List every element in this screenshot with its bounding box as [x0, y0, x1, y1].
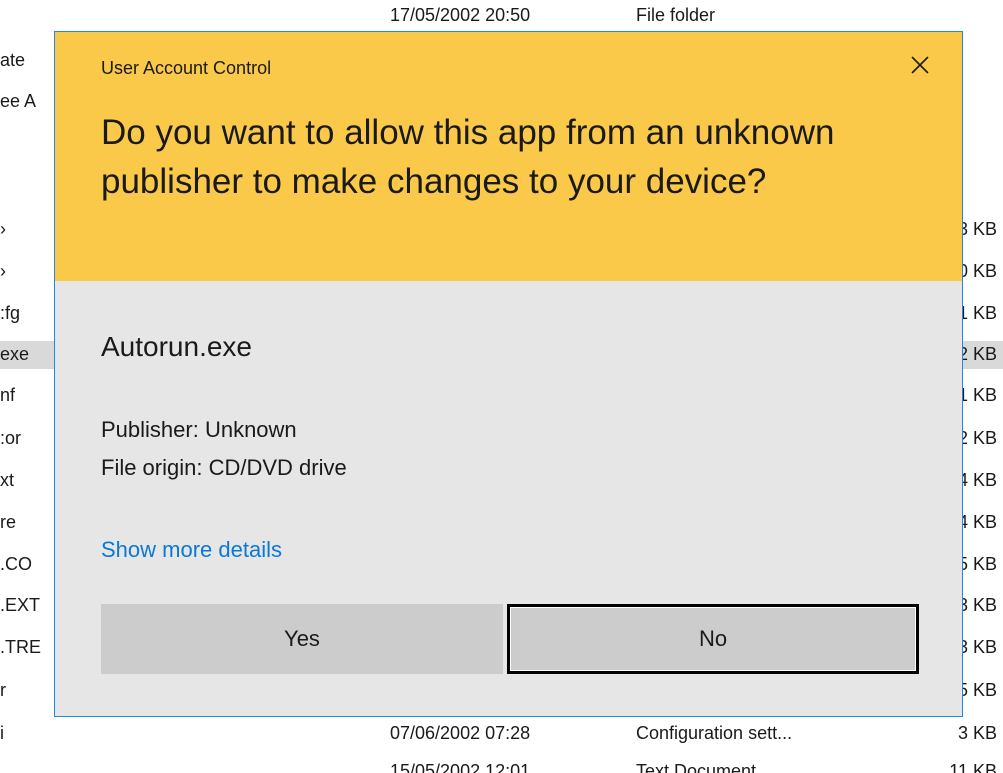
file-name: ee A [0, 91, 37, 111]
uac-dialog: User Account Control Do you want to allo… [54, 31, 963, 717]
file-name: › [0, 261, 6, 281]
file-date: 07/06/2002 07:28 [390, 723, 531, 743]
file-date: 17/05/2002 20:50 [390, 5, 531, 25]
file-size: 5 KB [957, 680, 997, 700]
file-type: File folder [636, 5, 716, 25]
file-name: :or [0, 428, 22, 448]
file-row[interactable]: 15/05/2002 12:01 Text Document 11 KB [0, 758, 1003, 773]
app-name: Autorun.exe [101, 331, 252, 362]
file-size: 4 KB [957, 512, 997, 532]
file-size: 2 KB [957, 428, 997, 448]
file-type: Configuration sett... [636, 723, 793, 743]
file-size: 5 KB [957, 554, 997, 574]
close-icon[interactable] [905, 50, 935, 80]
file-name: .TRE [0, 637, 42, 657]
publisher-label: Publisher: Unknown [101, 417, 297, 442]
file-size: 3 KB [957, 595, 997, 615]
file-name: i [0, 723, 4, 743]
file-row[interactable]: 17/05/2002 20:50 File folder [0, 2, 1003, 30]
file-size: 1 KB [957, 385, 997, 405]
file-name: re [0, 512, 17, 532]
file-name: nf [0, 385, 16, 405]
file-type: Text Document [636, 761, 757, 773]
file-row[interactable]: i 07/06/2002 07:28 Configuration sett...… [0, 720, 1003, 748]
uac-header: User Account Control Do you want to allo… [55, 32, 962, 281]
file-name: exe [0, 344, 30, 364]
file-name: .CO [0, 554, 33, 574]
file-size: 1 KB [957, 303, 997, 323]
file-origin-label: File origin: CD/DVD drive [101, 455, 347, 480]
no-button[interactable]: No [507, 604, 919, 674]
uac-question: Do you want to allow this app from an un… [101, 113, 835, 201]
file-name: › [0, 219, 6, 239]
yes-button[interactable]: Yes [101, 604, 503, 674]
file-date: 15/05/2002 12:01 [390, 761, 531, 773]
file-name: .EXT [0, 595, 41, 615]
file-size: 3 KB [957, 219, 997, 239]
file-size: 0 KB [957, 261, 997, 281]
show-more-details-link[interactable]: Show more details [101, 537, 282, 563]
file-size: 3 KB [957, 723, 997, 743]
file-size: 4 KB [957, 470, 997, 490]
file-name: ate [0, 50, 26, 70]
file-size: 11 KB [949, 761, 997, 773]
file-size: 2 KB [957, 344, 997, 364]
file-name: :fg [0, 303, 21, 323]
file-name: xt [0, 470, 15, 490]
file-size: 3 KB [957, 637, 997, 657]
file-name: r [0, 680, 6, 700]
dialog-title: User Account Control [101, 58, 272, 78]
